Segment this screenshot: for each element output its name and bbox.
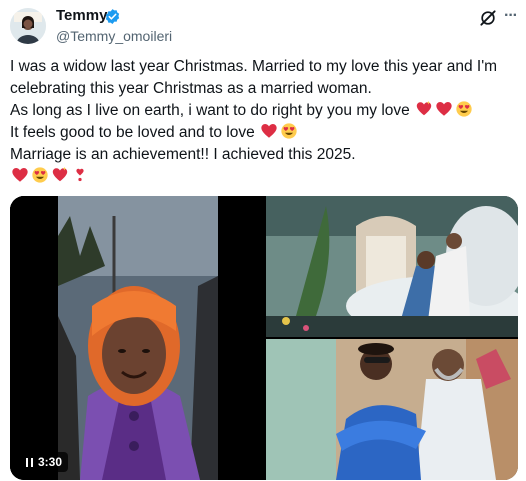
grok-icon[interactable] — [478, 8, 498, 28]
video-duration: 3:30 — [38, 455, 63, 469]
heart-sparkle-emoji — [52, 166, 68, 182]
video-player[interactable]: 3:30 — [10, 196, 264, 480]
video-thumbnail — [10, 196, 264, 480]
tweet-line: celebrating this year Christmas as a mar… — [10, 80, 372, 97]
heart-eyes-emoji — [281, 123, 297, 139]
author-handle[interactable]: @Temmy_omoileri — [56, 27, 172, 45]
media-grid: 3:30 — [10, 196, 518, 480]
pause-icon[interactable] — [26, 457, 33, 467]
tweet-line: As long as I live on earth, i want to do… — [10, 102, 410, 119]
media-photo-couple[interactable] — [266, 339, 518, 480]
video-duration-badge: 3:30 — [20, 452, 69, 472]
tweet-line-with-emoji: As long as I live on earth, i want to do… — [10, 100, 516, 122]
red-heart-emoji — [12, 167, 28, 182]
tweet-text: I was a widow last year Christmas. Marri… — [10, 56, 516, 188]
tweet-line: I was a widow last year Christmas. Marri… — [10, 58, 498, 75]
red-heart-emoji — [436, 101, 452, 116]
heart-eyes-emoji — [456, 101, 472, 117]
author-name[interactable]: Temmy — [56, 6, 107, 26]
red-heart-emoji — [261, 123, 277, 138]
more-icon[interactable]: ··· — [504, 6, 520, 26]
heart-exclamation-emoji — [76, 168, 84, 182]
avatar[interactable] — [10, 8, 46, 44]
tweet-header: Temmy @Temmy_omoileri ··· — [0, 0, 526, 50]
heart-eyes-emoji — [32, 167, 48, 183]
verified-badge-icon — [105, 9, 120, 24]
tweet-line: Marriage is an achievement!! I achieved … — [10, 146, 356, 163]
media-photo-dance[interactable] — [266, 196, 518, 337]
heart-sparkle-emoji — [416, 100, 432, 116]
tweet-line-with-emoji: It feels good to be loved and to love — [10, 122, 516, 144]
tweet-line: It feels good to be loved and to love — [10, 124, 255, 141]
emoji-line — [10, 166, 516, 188]
